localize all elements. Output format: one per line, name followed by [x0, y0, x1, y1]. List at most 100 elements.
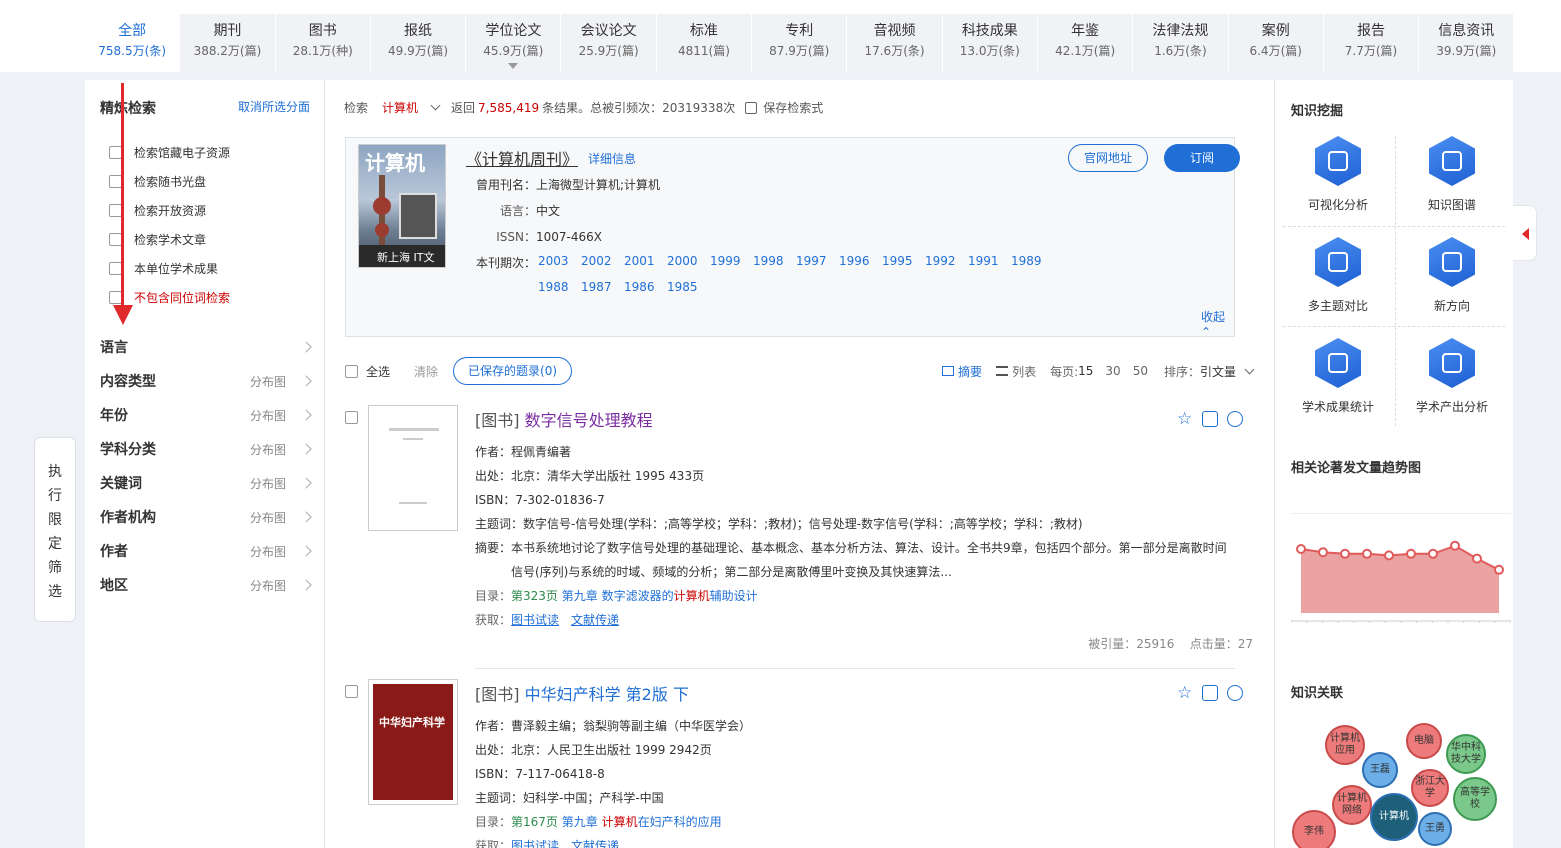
relation-bubble[interactable]: 华中科技大学: [1446, 734, 1486, 774]
year-link[interactable]: 2003: [538, 248, 569, 274]
cancel-facets-link[interactable]: 取消所选分面: [238, 98, 310, 118]
toc-text[interactable]: 数字滤波器的: [602, 589, 674, 603]
tab-8[interactable]: 音视频 17.6万(条): [847, 14, 943, 72]
select-all-checkbox[interactable]: [345, 364, 358, 378]
relation-bubble[interactable]: 李伟: [1292, 810, 1336, 848]
tab-13[interactable]: 报告 7.7万(篇): [1323, 14, 1420, 72]
relation-bubble[interactable]: 王磊: [1362, 752, 1398, 788]
tab-5[interactable]: 会议论文 25.9万(篇): [561, 14, 657, 72]
year-link[interactable]: 1986: [624, 274, 655, 300]
result-title[interactable]: [图书] 中华妇产科学 第2版 下: [475, 681, 689, 705]
tab-12[interactable]: 案例 6.4万(篇): [1228, 14, 1324, 72]
relation-bubble[interactable]: 王勇: [1418, 812, 1452, 846]
trial-read-link[interactable]: 图书试读: [511, 613, 559, 627]
book-cover[interactable]: [368, 405, 458, 531]
official-site-button[interactable]: 官网地址: [1068, 144, 1148, 172]
year-link[interactable]: 2001: [624, 248, 655, 274]
relation-bubble[interactable]: 计算机网络: [1332, 785, 1372, 825]
result-checkbox[interactable]: [345, 411, 358, 424]
result-title[interactable]: [图书] 数字信号处理教程: [475, 407, 653, 431]
facet-7[interactable]: 地区 分布图: [100, 568, 312, 602]
tab-6[interactable]: 标准 4811(篇): [656, 14, 753, 72]
distribution-link[interactable]: 分布图: [250, 407, 286, 424]
tab-9[interactable]: 科技成果 13.0万(条): [942, 14, 1038, 72]
year-link[interactable]: 1989: [1011, 248, 1042, 274]
distribution-link[interactable]: 分布图: [250, 441, 286, 458]
tab-2[interactable]: 图书 28.1万(种): [275, 14, 371, 72]
doc-delivery-link[interactable]: 文献传递: [571, 839, 619, 848]
year-link[interactable]: 1985: [667, 274, 698, 300]
refine-option[interactable]: 本单位学术成果: [109, 254, 230, 283]
year-link[interactable]: 2000: [667, 248, 698, 274]
distribution-link[interactable]: 分布图: [250, 373, 286, 390]
toc-chapter[interactable]: 第九章: [562, 815, 598, 829]
toc-text[interactable]: 在妇产科的应用: [638, 815, 722, 829]
tab-0[interactable]: 全部 758.5万(条): [85, 14, 181, 72]
trial-read-link[interactable]: 图书试读: [511, 839, 559, 848]
facet-6[interactable]: 作者 分布图: [100, 534, 312, 568]
relation-bubble[interactable]: 浙江大学: [1411, 769, 1449, 807]
toc-text-2[interactable]: 辅助设计: [710, 589, 758, 603]
mining-tool-0[interactable]: 可视化分析: [1281, 126, 1395, 227]
year-link[interactable]: 1988: [538, 274, 569, 300]
tab-14[interactable]: 信息资讯 39.9万(篇): [1419, 14, 1515, 72]
favorite-star-icon[interactable]: ☆: [1177, 411, 1193, 428]
favorite-star-icon[interactable]: ☆: [1177, 685, 1193, 702]
abstract-view-icon[interactable]: [942, 366, 955, 376]
search-keyword[interactable]: 计算机: [382, 99, 418, 116]
mining-tool-2[interactable]: 多主题对比: [1281, 227, 1395, 328]
journal-detail-link[interactable]: 详细信息: [588, 150, 636, 167]
year-link[interactable]: 1999: [710, 248, 741, 274]
collapse-panel-tab[interactable]: [1513, 205, 1537, 261]
year-link[interactable]: 1992: [925, 248, 956, 274]
clear-button[interactable]: 清除: [414, 363, 438, 380]
save-icon[interactable]: [745, 101, 758, 114]
refine-option[interactable]: 检索开放资源: [109, 196, 230, 225]
list-view-icon[interactable]: [996, 366, 1009, 376]
relation-bubble[interactable]: 计算机应用: [1325, 725, 1365, 765]
distribution-link[interactable]: 分布图: [250, 509, 286, 526]
year-link[interactable]: 1991: [968, 248, 999, 274]
refine-option[interactable]: 检索学术文章: [109, 225, 230, 254]
mining-tool-1[interactable]: 知识图谱: [1395, 126, 1509, 227]
subscribe-button[interactable]: 订阅: [1164, 144, 1240, 172]
relation-bubble[interactable]: 计算机: [1370, 793, 1418, 841]
journal-title-link[interactable]: 《计算机周刊》: [466, 146, 578, 170]
tab-1[interactable]: 期刊 388.2万(篇): [180, 14, 276, 72]
facet-0[interactable]: 语言: [100, 330, 312, 364]
toc-page[interactable]: 第323页: [511, 589, 558, 603]
tab-3[interactable]: 报纸 49.9万(篇): [370, 14, 467, 72]
journal-cover[interactable]: 计算机 新上海 IT文明: [358, 144, 446, 268]
year-link[interactable]: 1997: [796, 248, 827, 274]
year-link[interactable]: 1995: [882, 248, 913, 274]
facet-3[interactable]: 学科分类 分布图: [100, 432, 312, 466]
mining-tool-5[interactable]: 学术产出分析: [1395, 328, 1509, 429]
toc-keyword[interactable]: 计算机: [674, 589, 710, 603]
refine-option[interactable]: 检索馆藏电子资源: [109, 138, 230, 167]
collapse-link[interactable]: 收起 ⌃: [1201, 308, 1234, 339]
edit-icon[interactable]: [1202, 685, 1218, 701]
abstract-view-button[interactable]: 摘要: [958, 363, 982, 380]
per-page-30[interactable]: 30: [1105, 364, 1120, 378]
tab-4[interactable]: 学位论文 45.9万(篇): [466, 14, 562, 72]
toc-chapter[interactable]: 第九章: [562, 589, 598, 603]
result-title-text[interactable]: 数字信号处理教程: [525, 411, 653, 430]
sort-select[interactable]: 引文量: [1200, 363, 1236, 380]
result-checkbox[interactable]: [345, 685, 358, 698]
year-link[interactable]: 1987: [581, 274, 612, 300]
toc-keyword[interactable]: 计算机: [602, 815, 638, 829]
tab-7[interactable]: 专利 87.9万(篇): [752, 14, 848, 72]
facet-5[interactable]: 作者机构 分布图: [100, 500, 312, 534]
edit-icon[interactable]: [1202, 411, 1218, 427]
saved-records-button[interactable]: 已保存的题录(0): [453, 357, 573, 385]
mining-tool-4[interactable]: 学术成果统计: [1281, 328, 1395, 429]
chevron-down-icon[interactable]: [430, 100, 441, 111]
sort-chevron-icon[interactable]: [1244, 364, 1255, 374]
apply-filter-button[interactable]: 执行限定筛选: [34, 437, 76, 622]
year-link[interactable]: 2002: [581, 248, 612, 274]
tab-11[interactable]: 法律法规 1.6万(条): [1133, 14, 1229, 72]
book-cover[interactable]: 中华妇产科学: [368, 679, 458, 805]
year-link[interactable]: 1996: [839, 248, 870, 274]
distribution-link[interactable]: 分布图: [250, 577, 286, 594]
per-page-50[interactable]: 50: [1133, 364, 1148, 378]
